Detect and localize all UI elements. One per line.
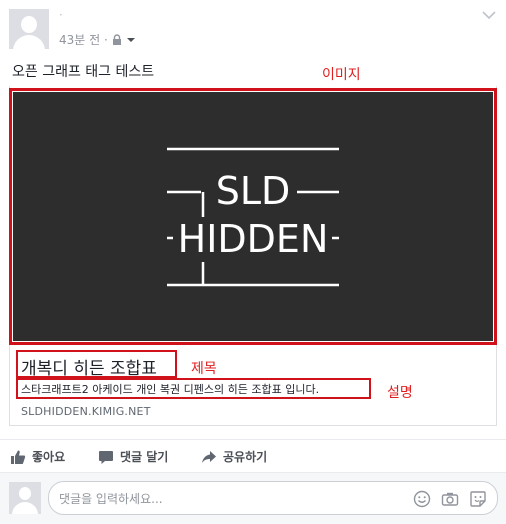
comment-bubble-icon — [99, 450, 113, 464]
facebook-post-card: · 43분 전 · 오픈 그래프 태그 테스트 이미지 SLD HIDDEN 개… — [0, 0, 506, 524]
post-action-bar: 좋아요 댓글 달기 공유하기 — [0, 439, 506, 473]
post-text: 오픈 그래프 태그 테스트 — [12, 64, 155, 80]
lock-icon — [112, 33, 121, 45]
avatar-body-shape — [12, 502, 38, 514]
annotation-title: 제목 — [191, 361, 217, 377]
author-avatar[interactable] — [9, 9, 49, 49]
comment-label: 댓글 달기 — [120, 450, 169, 464]
comment-input[interactable]: 댓글을 입력하세요... — [48, 481, 498, 515]
image-highlight-box — [9, 88, 497, 345]
share-button[interactable]: 공유하기 — [201, 448, 267, 465]
author-name[interactable]: · — [59, 8, 63, 22]
like-label: 좋아요 — [32, 450, 66, 464]
camera-icon[interactable] — [441, 490, 459, 508]
annotation-image: 이미지 — [322, 67, 361, 83]
comment-placeholder: 댓글을 입력하세요... — [59, 492, 163, 506]
avatar-body-shape — [13, 35, 45, 49]
sticker-icon[interactable] — [469, 490, 487, 508]
link-domain[interactable]: SLDHIDDEN.KIMIG.NET — [21, 405, 151, 418]
comment-section: 댓글을 입력하세요... — [0, 472, 506, 524]
like-button[interactable]: 좋아요 — [10, 448, 65, 465]
avatar-head-shape — [19, 487, 31, 500]
avatar-head-shape — [21, 16, 37, 33]
emoji-icon[interactable] — [413, 490, 431, 508]
share-label: 공유하기 — [223, 450, 268, 464]
commenter-avatar — [9, 482, 41, 514]
post-time[interactable]: 43분 전 · — [59, 31, 108, 48]
comment-button[interactable]: 댓글 달기 — [98, 448, 168, 465]
share-arrow-icon — [202, 450, 216, 463]
audience-caret-icon[interactable] — [126, 36, 136, 44]
post-options-chevron-icon[interactable] — [482, 10, 496, 20]
link-title[interactable]: 개복디 히든 조합표 — [21, 354, 157, 379]
thumbs-up-icon — [11, 450, 26, 464]
link-description[interactable]: 스타크래프트2 아케이드 개인 복권 디펜스의 히든 조합표 입니다. — [21, 381, 319, 397]
annotation-description: 설명 — [387, 385, 413, 401]
post-meta: 43분 전 · — [59, 31, 136, 48]
